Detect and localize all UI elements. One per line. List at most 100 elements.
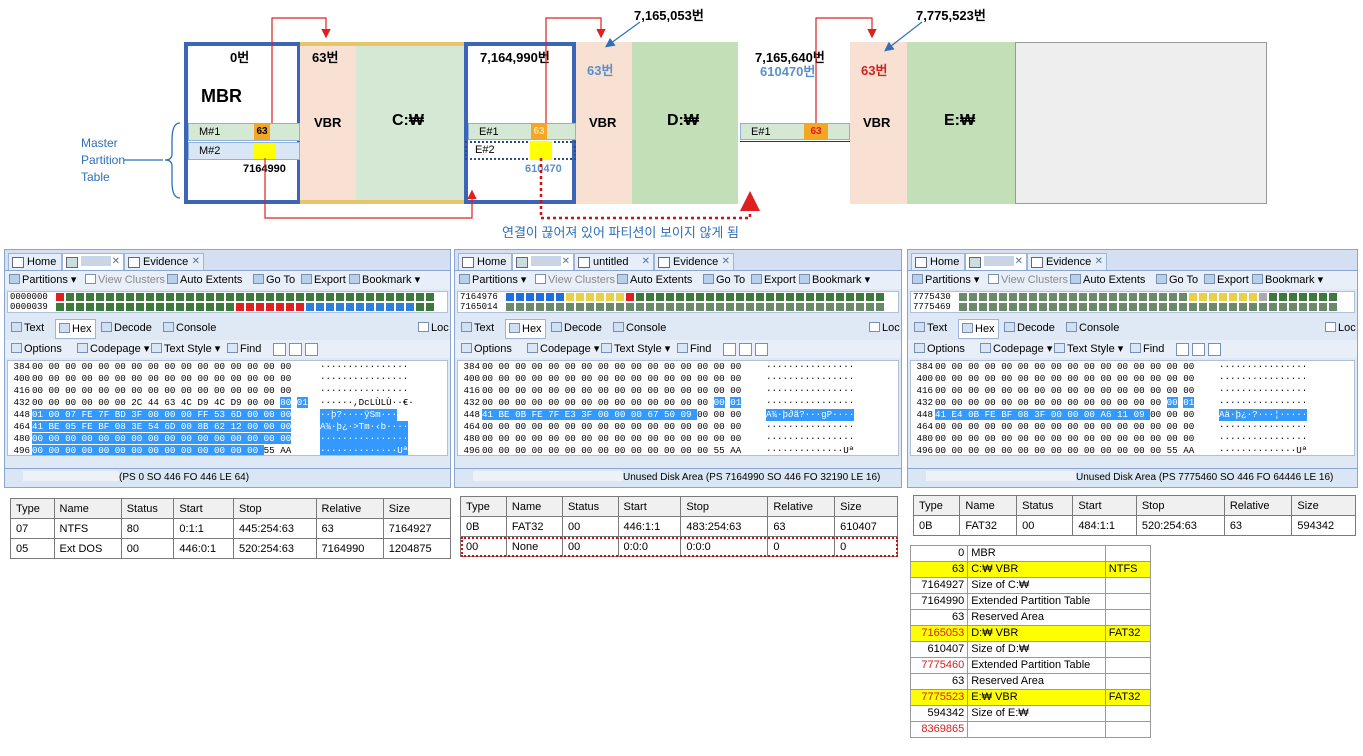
hex-find[interactable]: Find	[227, 340, 261, 358]
hex-extra-icon[interactable]	[1176, 343, 1189, 356]
hex-ascii: ················	[320, 361, 409, 372]
tab-close-icon[interactable]: ✕	[1095, 254, 1103, 270]
tab-untitled[interactable]: untitled ✕	[574, 253, 654, 270]
goto-icon	[1156, 274, 1167, 284]
tab-home[interactable]: Home	[458, 253, 512, 270]
tab-evidence[interactable]: Evidence ✕	[124, 253, 204, 270]
hex-byte: 00	[697, 445, 709, 456]
view-tab-hex[interactable]: Hex	[505, 319, 546, 339]
tab-close-icon[interactable]: ✕	[192, 254, 200, 270]
view-tab-text[interactable]: Text	[914, 319, 947, 337]
toolbar-go-to[interactable]: Go To	[253, 271, 295, 289]
hex-view[interactable]: 384 00 00 00 00 00 00 00 00 00 00 00 00 0…	[910, 360, 1355, 456]
tab-close-icon[interactable]: ✕	[642, 254, 650, 270]
hex-extra-icon[interactable]	[723, 343, 736, 356]
table-row[interactable]: 0B FAT32 00 484:1:1 520:254:63 63 594342	[912, 515, 1356, 536]
hex-byte: 00	[968, 445, 980, 456]
tab-disk[interactable]: ✕	[965, 253, 1027, 270]
hex-extra-icon[interactable]	[289, 343, 302, 356]
hex-view[interactable]: 384 00 00 00 00 00 00 00 00 00 00 00 00 0…	[457, 360, 899, 456]
cluster-cell	[706, 303, 714, 311]
view-tab-console[interactable]: Console	[1066, 319, 1119, 337]
evidence-icon	[578, 257, 590, 268]
hex-byte: 00	[515, 373, 527, 384]
toolbar-export[interactable]: Export	[301, 271, 346, 289]
view-tab-hex[interactable]: Hex	[55, 319, 96, 339]
table-row-missing-partition[interactable]: 00 None 00 0:0:0 0:0:0 0 0	[460, 536, 898, 557]
view-tab-decode[interactable]: Decode	[101, 319, 152, 337]
view-tab-console[interactable]: Console	[163, 319, 216, 337]
tab-evidence[interactable]: Evidence ✕	[1027, 253, 1107, 270]
toolbar-bookmark[interactable]: Bookmark ▾	[799, 271, 870, 289]
sector-map-row: 7775523 E:₩ VBR FAT32	[909, 689, 1152, 706]
toolbar-partitions[interactable]: Partitions ▾	[459, 271, 526, 289]
tab-close-icon[interactable]: ✕	[1015, 254, 1023, 270]
hex-codepage[interactable]: Codepage ▾	[527, 340, 599, 358]
view-tab-decode[interactable]: Decode	[1004, 319, 1055, 337]
hex-text-style[interactable]: Text Style ▾	[1054, 340, 1123, 358]
view-tab-lock[interactable]: Loc	[869, 319, 900, 337]
toolbar-export[interactable]: Export	[751, 271, 796, 289]
view-tab-lock[interactable]: Loc	[1325, 319, 1356, 337]
toolbar-export[interactable]: Export	[1204, 271, 1249, 289]
toolbar-go-to[interactable]: Go To	[703, 271, 745, 289]
hex-extra-icon[interactable]	[755, 343, 768, 356]
hex-byte: A6	[1100, 409, 1112, 420]
hex-options[interactable]: Options	[461, 340, 512, 358]
hex-extra-icon[interactable]	[273, 343, 286, 356]
tab-close-icon[interactable]: ✕	[112, 254, 120, 270]
tab-home[interactable]: Home	[911, 253, 965, 270]
hex-extra-icon[interactable]	[1192, 343, 1205, 356]
toolbar-view-clusters[interactable]: View Clusters	[988, 271, 1068, 289]
column-header-stop: Stop	[232, 498, 317, 519]
tab-home[interactable]: Home	[8, 253, 62, 270]
hex-options[interactable]: Options	[914, 340, 965, 358]
hex-codepage[interactable]: Codepage ▾	[77, 340, 149, 358]
toolbar-go-to[interactable]: Go To	[1156, 271, 1198, 289]
sector-description: MBR	[967, 545, 1106, 562]
table-row[interactable]: 0B FAT32 00 446:1:1 483:254:63 63 610407	[460, 516, 898, 537]
toolbar-auto-extents[interactable]: Auto Extents	[1070, 271, 1145, 289]
view-tab-text[interactable]: Text	[11, 319, 44, 337]
hex-find[interactable]: Find	[677, 340, 711, 358]
hex-text-style[interactable]: Text Style ▾	[601, 340, 670, 358]
view-tab-decode[interactable]: Decode	[551, 319, 602, 337]
export-icon	[1204, 274, 1215, 284]
cluster-cell	[786, 303, 794, 311]
view-tab-console[interactable]: Console	[613, 319, 666, 337]
cluster-map[interactable]: 0000000 0000039	[7, 291, 448, 313]
hex-extra-icon[interactable]	[1208, 343, 1221, 356]
toolbar-bookmark[interactable]: Bookmark ▾	[349, 271, 420, 289]
hex-sep	[946, 409, 952, 420]
view-tab-hex[interactable]: Hex	[958, 319, 999, 339]
cluster-map[interactable]: 7164976 7165014	[457, 291, 899, 313]
hex-byte: 00	[230, 385, 242, 396]
hex-extra-icon[interactable]	[305, 343, 318, 356]
tab-close-icon[interactable]: ✕	[722, 254, 730, 270]
toolbar-auto-extents[interactable]: Auto Extents	[167, 271, 242, 289]
toolbar-bookmark[interactable]: Bookmark ▾	[1252, 271, 1323, 289]
hex-text-style[interactable]: Text Style ▾	[151, 340, 220, 358]
tab-disk[interactable]: ✕	[512, 253, 574, 270]
hex-codepage[interactable]: Codepage ▾	[980, 340, 1052, 358]
hex-view[interactable]: 384 00 00 00 00 00 00 00 00 00 00 00 00 0…	[7, 360, 448, 456]
toolbar-partitions[interactable]: Partitions ▾	[912, 271, 979, 289]
tab-disk[interactable]: ✕	[62, 253, 124, 270]
toolbar-auto-extents[interactable]: Auto Extents	[617, 271, 692, 289]
toolbar-view-clusters[interactable]: View Clusters	[535, 271, 615, 289]
view-tab-lock[interactable]: Loc	[418, 319, 449, 337]
table-row[interactable]: 07 NTFS 80 0:1:1 445:254:63 63 7164927	[10, 518, 452, 539]
hex-extra-icon[interactable]	[739, 343, 752, 356]
toolbar-view-clusters[interactable]: View Clusters	[85, 271, 165, 289]
table-row[interactable]: 05 Ext DOS 00 446:0:1 520:254:63 7164990 12048…	[10, 538, 452, 559]
hex-find[interactable]: Find	[1130, 340, 1164, 358]
cluster-map[interactable]: 7775430 7775469	[910, 291, 1355, 313]
view-tab-text[interactable]: Text	[461, 319, 494, 337]
tab-close-icon[interactable]: ✕	[562, 254, 570, 270]
tab-evidence[interactable]: Evidence ✕	[654, 253, 734, 270]
hex-byte: 00	[713, 433, 725, 444]
hex-bytes: 00 00 00 00 00 00 00 00 00 00 00 00 00 0…	[935, 361, 1194, 373]
toolbar-partitions[interactable]: Partitions ▾	[9, 271, 76, 289]
tab-label: Evidence	[673, 256, 719, 268]
hex-options[interactable]: Options	[11, 340, 62, 358]
